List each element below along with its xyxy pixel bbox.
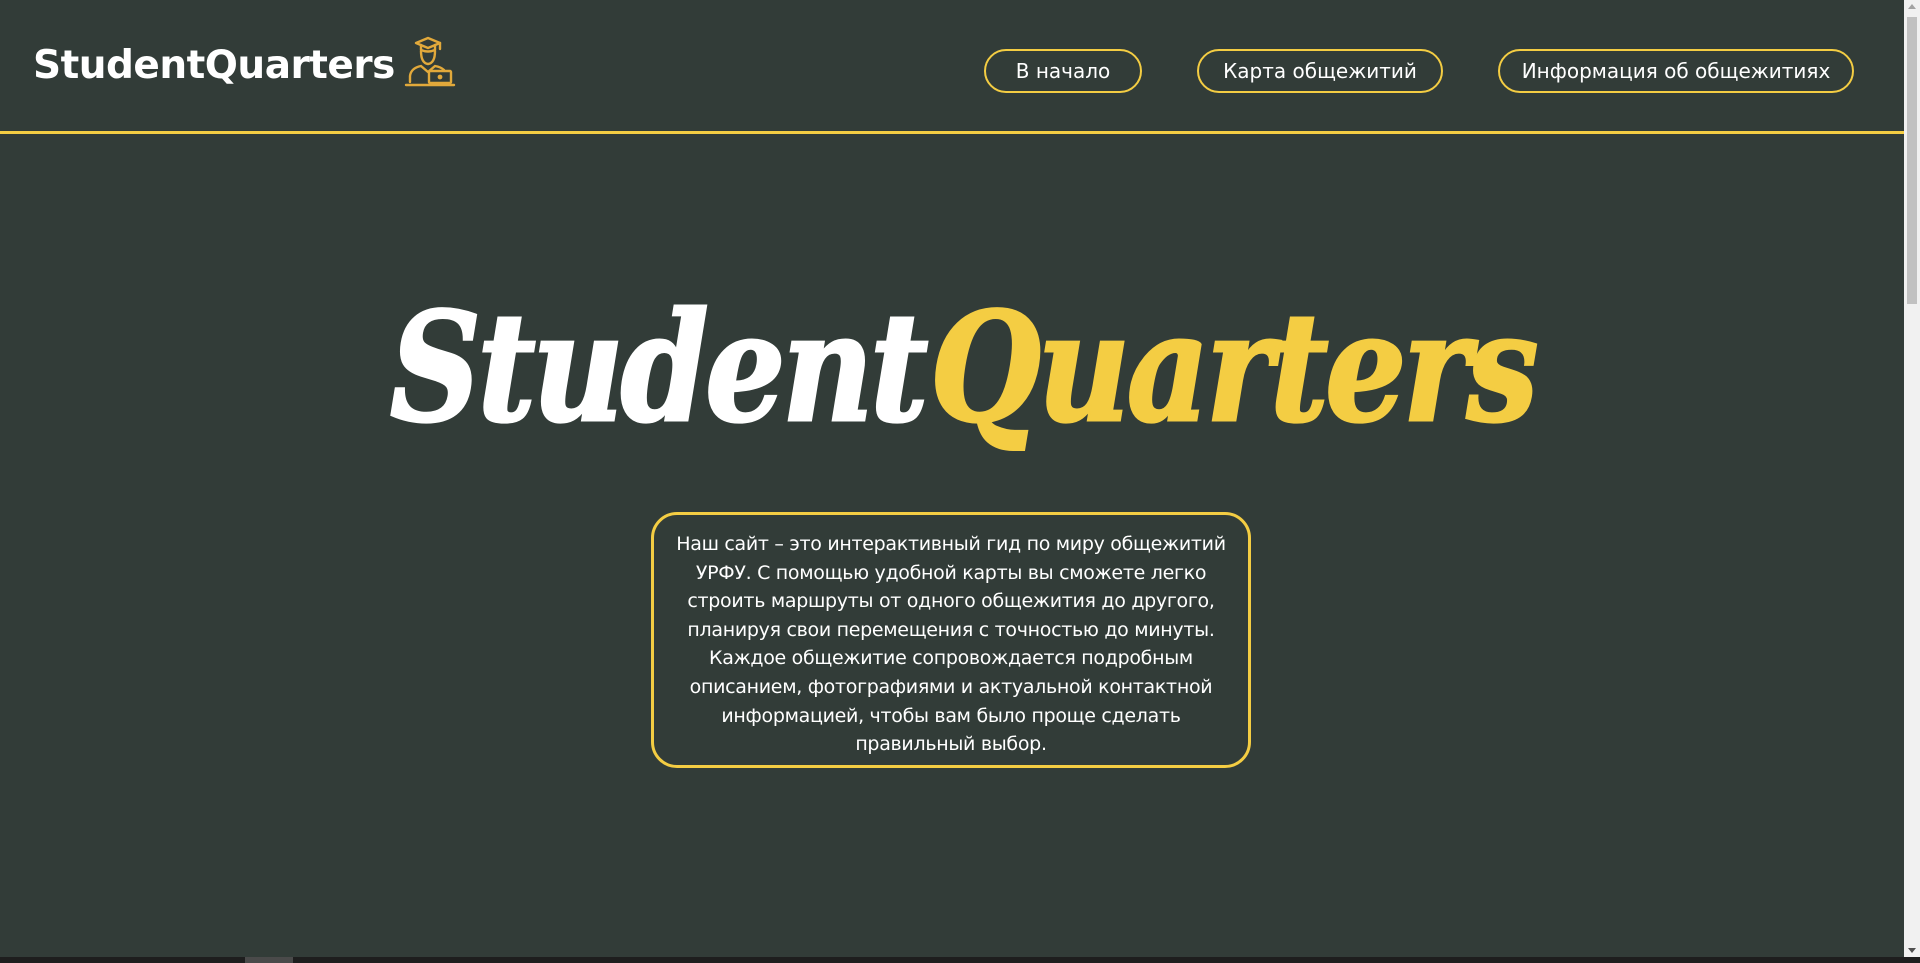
graduate-laptop-icon [404, 36, 455, 87]
description-line: правильный выбор. [855, 733, 1047, 756]
horizontal-scrollbar-thumb[interactable] [245, 957, 293, 963]
hero-title-quarters: Quarters [930, 280, 1536, 456]
brand-name: StudentQuarters [33, 42, 395, 88]
hero-title-student: Student [390, 280, 927, 456]
nav-info-button[interactable]: Информация об общежитиях [1498, 49, 1854, 93]
description-line: Наш сайт – это интерактивный гид по миру… [676, 533, 1226, 555]
description-line: планируя свои перемещения с точностью до… [687, 618, 1215, 641]
description-line: УРФУ. С помощью удобной карты вы сможете… [695, 561, 1207, 584]
scroll-down-arrow-icon[interactable] [1908, 948, 1916, 953]
description-line: Каждое общежитие сопровождается подробны… [709, 647, 1193, 670]
horizontal-scrollbar[interactable] [0, 957, 1920, 963]
description-box: Наш сайт – это интерактивный гид по миру… [651, 512, 1251, 768]
brand-logo[interactable]: StudentQuarters [33, 36, 456, 90]
page: StudentQuarters В начало Карта общежитий… [0, 0, 1904, 957]
description-line: информацией, чтобы вам было проще сделат… [721, 704, 1181, 727]
vertical-scrollbar[interactable] [1904, 0, 1920, 957]
description-line: описанием, фотографиями и актуальной кон… [689, 675, 1213, 698]
description-text: Наш сайт – это интерактивный гид по миру… [674, 530, 1228, 759]
site-header: StudentQuarters В начало Карта общежитий… [0, 0, 1904, 134]
nav-home-button[interactable]: В начало [984, 49, 1142, 93]
description-line: строить маршруты от одного общежития до … [687, 590, 1215, 613]
nav-map-button[interactable]: Карта общежитий [1197, 49, 1443, 93]
hero-title: Student Quarters [390, 279, 1540, 458]
scroll-up-arrow-icon[interactable] [1908, 4, 1916, 9]
scrollbar-thumb[interactable] [1907, 17, 1917, 304]
